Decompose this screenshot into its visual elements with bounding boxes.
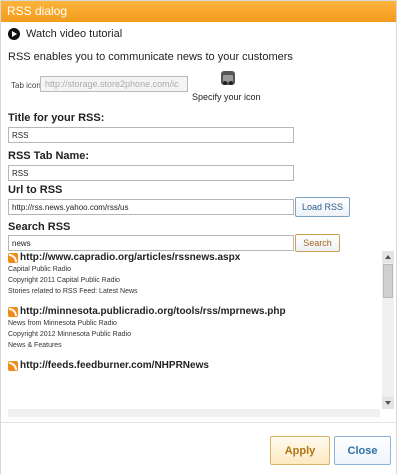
tab-name-label: RSS Tab Name: [8, 150, 90, 162]
result-url-row: http://www.capradio.org/articles/rssnews… [8, 251, 380, 264]
tab-icon-label: Tab icon [11, 81, 41, 90]
url-label: Url to RSS [8, 184, 63, 196]
url-input[interactable] [8, 199, 294, 215]
specify-icon-link[interactable]: Specify your icon [192, 92, 261, 102]
list-item[interactable]: http://minnesota.publicradio.org/tools/r… [8, 305, 380, 351]
result-url-row: http://minnesota.publicradio.org/tools/r… [8, 305, 380, 318]
result-line: News & Features [8, 342, 62, 349]
tutorial-label: Watch video tutorial [26, 28, 123, 40]
result-line: News from Minnesota Public Radio [8, 320, 117, 327]
apply-button[interactable]: Apply [270, 436, 330, 465]
result-url[interactable]: http://feeds.feedburner.com/NHPRNews [20, 360, 209, 371]
tab-name-input[interactable] [8, 165, 294, 181]
close-button[interactable]: Close [334, 436, 391, 465]
result-url-row: http://feeds.feedburner.com/NHPRNews [8, 359, 380, 372]
rss-dialog: RSS dialog Watch video tutorial RSS enab… [0, 0, 397, 475]
scroll-thumb[interactable] [383, 264, 393, 298]
load-rss-button[interactable]: Load RSS [295, 197, 350, 217]
results-list: http://www.capradio.org/articles/rssnews… [8, 251, 380, 409]
rss-feed-icon [8, 306, 18, 317]
result-line: Copyright 2012 Minnesota Public Radio [8, 331, 131, 338]
play-icon [8, 28, 20, 40]
watch-tutorial-link[interactable]: Watch video tutorial [8, 27, 122, 41]
scroll-down-arrow-icon[interactable] [382, 397, 394, 409]
result-line: Capital Public Radio [8, 266, 72, 273]
results-scrollbar[interactable] [382, 251, 394, 409]
title-input[interactable] [8, 127, 294, 143]
dialog-title: RSS dialog [1, 1, 396, 22]
search-button[interactable]: Search [295, 234, 340, 252]
search-input[interactable] [8, 235, 294, 251]
horizontal-scrollbar[interactable] [8, 409, 380, 417]
intro-text: RSS enables you to communicate news to y… [8, 51, 293, 63]
result-line: Stories related to RSS Feed: Latest News [8, 288, 138, 295]
title-label: Title for your RSS: [8, 112, 105, 124]
search-label: Search RSS [8, 221, 71, 233]
list-item[interactable]: http://www.capradio.org/articles/rssnews… [8, 251, 380, 297]
tab-icon-preview[interactable] [219, 69, 237, 87]
rss-feed-icon [8, 360, 18, 371]
result-url[interactable]: http://www.capradio.org/articles/rssnews… [20, 252, 240, 263]
result-line: Copyright 2011 Capital Public Radio [8, 277, 120, 284]
rss-feed-icon [8, 252, 18, 263]
list-item[interactable]: http://feeds.feedburner.com/NHPRNews [8, 359, 380, 372]
scroll-up-arrow-icon[interactable] [382, 251, 394, 263]
tab-icon-input[interactable] [40, 76, 188, 92]
result-url[interactable]: http://minnesota.publicradio.org/tools/r… [20, 306, 286, 317]
